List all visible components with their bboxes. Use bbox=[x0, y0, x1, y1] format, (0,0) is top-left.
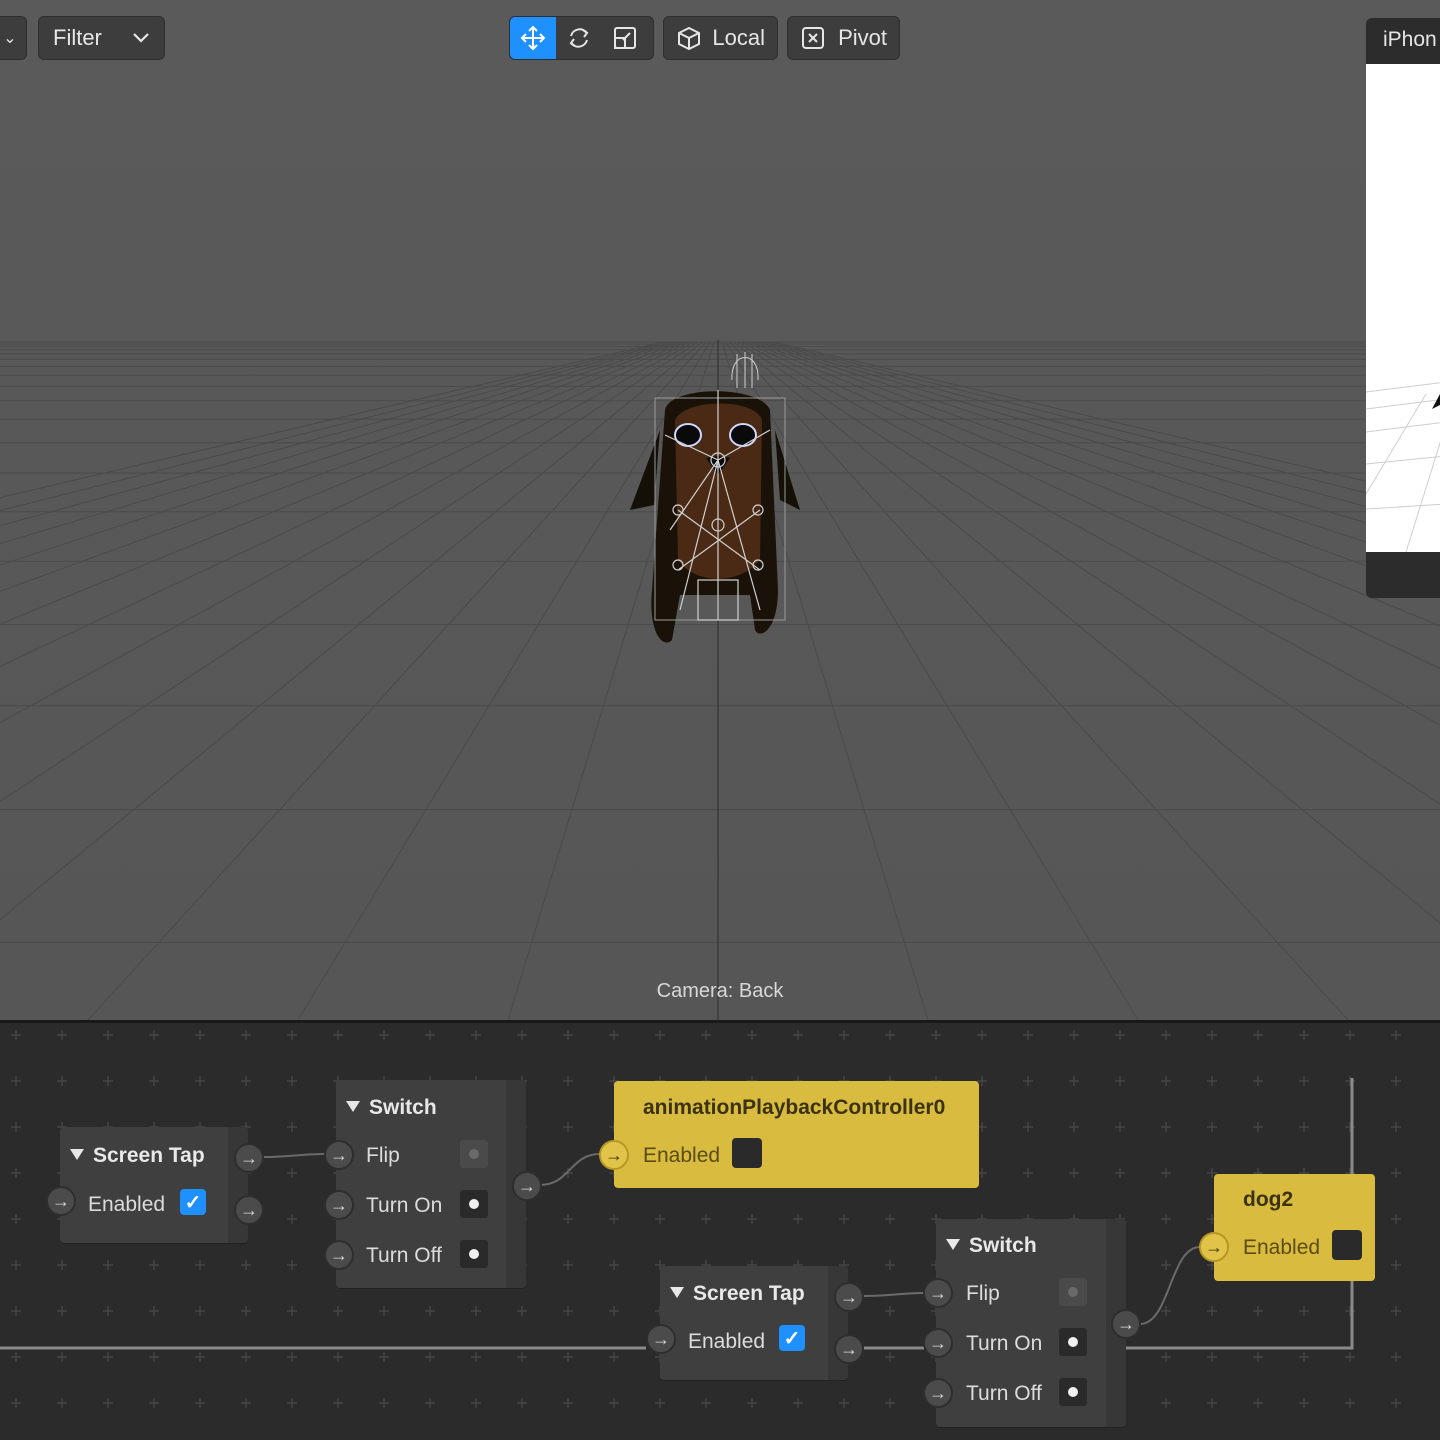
turn-on-label: Turn On bbox=[366, 1194, 443, 1217]
device-preview[interactable]: iPhon bbox=[1366, 18, 1440, 598]
turn-off-label: Turn Off bbox=[966, 1382, 1042, 1405]
output-port-icon[interactable]: → bbox=[512, 1171, 542, 1201]
enabled-label: Enabled bbox=[688, 1330, 766, 1353]
enabled-checkbox[interactable]: ✓ bbox=[180, 1189, 206, 1215]
flip-label: Flip bbox=[966, 1282, 1000, 1305]
chevron-down-icon bbox=[133, 33, 149, 43]
enabled-label: Enabled bbox=[643, 1144, 721, 1167]
input-port-icon[interactable]: → bbox=[46, 1186, 76, 1216]
screen-tap-node[interactable]: Screen Tap Enabled ✓ bbox=[660, 1266, 848, 1380]
turn-off-value-box[interactable] bbox=[460, 1240, 488, 1268]
input-port-icon[interactable]: → bbox=[324, 1240, 354, 1270]
input-port-icon[interactable]: → bbox=[1199, 1232, 1229, 1262]
move-tool-button[interactable] bbox=[510, 17, 556, 59]
node-title: Switch bbox=[346, 1096, 437, 1120]
input-port-icon[interactable]: → bbox=[324, 1190, 354, 1220]
enabled-checkbox[interactable]: ✓ bbox=[779, 1325, 805, 1351]
switch-node[interactable]: Switch Flip Turn On Turn Off bbox=[336, 1080, 526, 1288]
output-port-icon[interactable]: → bbox=[234, 1195, 264, 1225]
input-port-icon[interactable]: → bbox=[923, 1378, 953, 1408]
scene-viewport[interactable]: ⌄ Filter Local Pivot Camera: Back iPhon bbox=[0, 0, 1440, 1020]
preview-grid bbox=[1366, 382, 1440, 553]
cube-icon bbox=[678, 26, 700, 51]
animation-controller-node[interactable]: animationPlaybackController0 Enabled bbox=[614, 1081, 979, 1188]
pivot-icon bbox=[802, 27, 824, 49]
device-tab[interactable]: iPhon bbox=[1366, 18, 1440, 64]
scale-icon bbox=[614, 27, 636, 49]
enabled-value-box[interactable] bbox=[732, 1138, 762, 1168]
input-port-icon[interactable]: → bbox=[646, 1324, 676, 1354]
collapse-triangle-icon[interactable] bbox=[70, 1148, 84, 1160]
input-port-icon[interactable]: → bbox=[923, 1278, 953, 1308]
node-title: Screen Tap bbox=[70, 1144, 205, 1168]
input-port-icon[interactable]: → bbox=[599, 1140, 629, 1170]
preview-screen bbox=[1366, 64, 1440, 553]
filter-dropdown[interactable]: Filter bbox=[39, 17, 164, 59]
flip-label: Flip bbox=[366, 1144, 400, 1167]
move-icon bbox=[520, 25, 546, 51]
local-space-button[interactable]: Local bbox=[664, 17, 777, 59]
collapse-triangle-icon[interactable] bbox=[346, 1100, 360, 1112]
output-port-icon[interactable]: → bbox=[834, 1334, 864, 1364]
node-title: animationPlaybackController0 bbox=[643, 1096, 946, 1119]
local-label: Local bbox=[712, 25, 765, 50]
flip-value-box[interactable] bbox=[1059, 1278, 1087, 1306]
input-port-icon[interactable]: → bbox=[923, 1328, 953, 1358]
left-dropdown-button[interactable]: ⌄ bbox=[0, 17, 26, 59]
input-port-icon[interactable]: → bbox=[324, 1140, 354, 1170]
switch-node[interactable]: Switch Flip Turn On Turn Off bbox=[936, 1219, 1126, 1427]
rotate-tool-button[interactable] bbox=[556, 17, 602, 59]
output-port-icon[interactable]: → bbox=[234, 1143, 264, 1173]
node-title: Screen Tap bbox=[670, 1282, 805, 1306]
turn-off-value-box[interactable] bbox=[1059, 1378, 1087, 1406]
turn-on-value-box[interactable] bbox=[460, 1190, 488, 1218]
camera-label: Camera: Back bbox=[656, 980, 784, 1002]
dog2-node[interactable]: dog2 Enabled bbox=[1214, 1174, 1375, 1281]
pivot-button[interactable]: Pivot bbox=[788, 17, 899, 59]
pivot-label: Pivot bbox=[838, 25, 887, 50]
dog-model[interactable] bbox=[610, 340, 820, 660]
rotate-icon bbox=[569, 28, 589, 48]
node-title: Switch bbox=[946, 1234, 1037, 1258]
turn-off-label: Turn Off bbox=[366, 1244, 442, 1267]
chevron-down-icon: ⌄ bbox=[3, 30, 17, 47]
collapse-triangle-icon[interactable] bbox=[670, 1286, 684, 1298]
flip-value-box[interactable] bbox=[460, 1140, 488, 1168]
enabled-value-box[interactable] bbox=[1332, 1230, 1362, 1260]
turn-on-label: Turn On bbox=[966, 1332, 1043, 1355]
output-port-icon[interactable]: → bbox=[1111, 1309, 1141, 1339]
scale-tool-button[interactable] bbox=[602, 17, 648, 59]
patch-editor[interactable]: Screen Tap Enabled ✓ → → → Switch Flip T… bbox=[0, 1023, 1440, 1440]
collapse-triangle-icon[interactable] bbox=[946, 1238, 960, 1250]
transform-tool-group bbox=[510, 17, 653, 59]
filter-label: Filter bbox=[53, 25, 102, 50]
turn-on-value-box[interactable] bbox=[1059, 1328, 1087, 1356]
enabled-label: Enabled bbox=[88, 1193, 166, 1216]
output-port-icon[interactable]: → bbox=[834, 1282, 864, 1312]
node-title: dog2 bbox=[1243, 1188, 1294, 1211]
screen-tap-node[interactable]: Screen Tap Enabled ✓ bbox=[60, 1127, 248, 1243]
enabled-label: Enabled bbox=[1243, 1236, 1321, 1259]
